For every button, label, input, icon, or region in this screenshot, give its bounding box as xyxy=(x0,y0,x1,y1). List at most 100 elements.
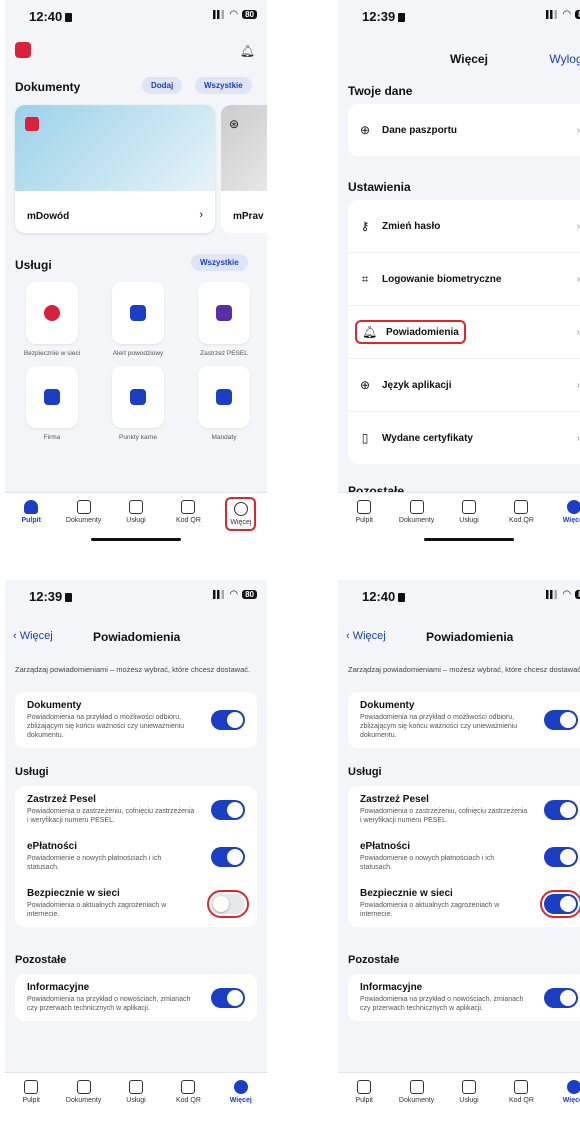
tile-label: Mandaty xyxy=(211,434,237,441)
other-card: Informacyjne Powiadomienia na przykład o … xyxy=(15,974,257,1021)
documents-card: Dokumenty Powiadomienia na przykład o moż… xyxy=(348,692,580,748)
home-cap-icon xyxy=(130,389,146,405)
services-card: Zastrzeż Pesel Powiadomienia o zastrzeżen… xyxy=(15,786,257,927)
page-title: Więcej xyxy=(450,52,488,66)
mprawo-card[interactable]: ⊛ mPrav xyxy=(221,105,267,233)
certificate-icon: ▯ xyxy=(361,431,369,445)
epayments-item: ePłatności Powiadomienie o nowych płatnoś… xyxy=(15,833,257,880)
battery-badge: 80 xyxy=(242,590,257,599)
tab-pulpit[interactable]: Pulpit xyxy=(5,1073,57,1125)
settings-group: ⚷ Zmień hasło › ⌗ Logowanie biometryczne › 🔔… xyxy=(348,200,580,464)
qr-icon xyxy=(181,500,196,514)
signal-icon xyxy=(546,590,559,599)
your-data-group: ⊕ Dane paszportu › xyxy=(348,104,580,156)
page-title: Powiadomienia xyxy=(426,630,514,644)
tab-wiecej[interactable]: Więcej xyxy=(548,493,580,545)
other-title: Pozostałe xyxy=(348,954,400,966)
intro-text: Zarządzaj powiadomieniami – możesz wybra… xyxy=(348,665,580,674)
tab-wiecej[interactable]: Więcej xyxy=(548,1073,580,1125)
safe-online-toggle[interactable] xyxy=(540,889,580,918)
more-icon xyxy=(566,500,580,514)
tab-pulpit[interactable]: Pulpit xyxy=(5,493,57,545)
change-password-row[interactable]: ⚷ Zmień hasło › xyxy=(348,200,580,253)
info-toggle[interactable] xyxy=(211,987,245,1008)
tab-dokumenty[interactable]: Dokumenty xyxy=(390,1073,442,1125)
face-id-icon: ⌗ xyxy=(361,271,369,286)
your-data-title: Twoje dane xyxy=(348,84,413,98)
wifi-icon: ◠ xyxy=(562,589,572,600)
folder-icon xyxy=(129,500,144,514)
globe-icon: ⊕ xyxy=(359,378,371,392)
epayments-toggle[interactable] xyxy=(544,846,578,867)
qr-icon xyxy=(514,500,529,514)
clock: 12:40 xyxy=(29,9,72,24)
screen-dashboard: 12:40 ◠ 80 🔔︎ Dokumenty Dodaj Wszystkie m… xyxy=(5,0,267,545)
ticket-icon xyxy=(216,389,232,405)
safe-online-toggle[interactable] xyxy=(207,889,249,918)
tab-kod-qr[interactable]: Kod QR xyxy=(495,1073,547,1125)
chevron-right-icon: › xyxy=(199,209,203,221)
tile-pesel[interactable] xyxy=(198,282,250,344)
tile-company[interactable] xyxy=(26,366,78,428)
tile-fines[interactable] xyxy=(198,366,250,428)
tab-uslugi[interactable]: Usługi xyxy=(110,1073,162,1125)
biometric-row[interactable]: ⌗ Logowanie biometryczne › xyxy=(348,253,580,306)
services-card: Zastrzeż Pesel Powiadomienia o zastrzeżen… xyxy=(348,786,580,927)
documents-toggle[interactable] xyxy=(211,710,245,730)
folder-icon xyxy=(129,1080,144,1094)
other-card: Informacyjne Powiadomienia na przykład o … xyxy=(348,974,580,1021)
passport-row[interactable]: ⊕ Dane paszportu › xyxy=(348,104,580,156)
tab-uslugi[interactable]: Usługi xyxy=(443,1073,495,1125)
qr-icon xyxy=(181,1080,196,1094)
clock: 12:40 xyxy=(362,589,405,604)
card-name: mPrav xyxy=(233,211,264,222)
safe-online-item: Bezpiecznie w sieci Powiadomienia o aktua… xyxy=(15,880,257,927)
pesel-toggle[interactable] xyxy=(544,799,578,820)
tile-flood-alert[interactable] xyxy=(112,282,164,344)
battery-badge: 80 xyxy=(575,590,580,599)
tab-wiecej[interactable]: Więcej xyxy=(215,1073,267,1125)
wifi-icon: ◠ xyxy=(229,589,239,600)
folder-icon xyxy=(462,500,477,514)
documents-title: Dokumenty xyxy=(15,80,81,94)
mdowod-card[interactable]: mDowód › xyxy=(15,105,215,233)
chevron-right-icon: › xyxy=(576,379,580,391)
tab-dokumenty[interactable]: Dokumenty xyxy=(57,1073,109,1125)
id-icon xyxy=(409,1080,424,1094)
key-icon: ⚷ xyxy=(360,219,370,233)
clock: 12:39 xyxy=(362,9,405,24)
documents-toggle[interactable] xyxy=(544,710,578,730)
card-name: mDowód xyxy=(27,211,70,222)
back-button[interactable]: ‹ Więcej xyxy=(13,630,53,642)
status-bar: 12:39 ◠80 xyxy=(338,0,580,34)
home-indicator xyxy=(91,538,181,541)
epayments-toggle[interactable] xyxy=(211,846,245,867)
all-services-button[interactable]: Wszystkie xyxy=(191,254,248,271)
globe-shield-icon xyxy=(44,305,60,321)
chevron-right-icon: › xyxy=(576,326,580,338)
tile-label: Punkty karne xyxy=(119,434,157,441)
globe-icon: ⊕ xyxy=(359,123,371,137)
home-indicator xyxy=(424,538,514,541)
tab-pulpit[interactable]: Pulpit xyxy=(338,493,390,545)
chevron-right-icon: › xyxy=(576,432,580,444)
tab-wiecej[interactable]: Więcej xyxy=(215,493,267,545)
info-toggle[interactable] xyxy=(544,987,578,1008)
documents-card: Dokumenty Powiadomienia na przykład o moż… xyxy=(15,692,257,748)
tile-safe-online[interactable] xyxy=(26,282,78,344)
tile-penalty-points[interactable] xyxy=(112,366,164,428)
settings-title: Ustawienia xyxy=(348,180,411,194)
home-icon xyxy=(24,500,39,514)
logout-link[interactable]: Wyloguj xyxy=(549,52,580,66)
all-documents-button[interactable]: Wszystkie xyxy=(195,77,252,94)
steering-wheel-icon: ⊛ xyxy=(229,117,240,131)
bell-icon[interactable]: 🔔︎ xyxy=(240,44,255,58)
certificates-row[interactable]: ▯ Wydane certyfikaty › xyxy=(348,412,580,464)
add-button[interactable]: Dodaj xyxy=(142,77,183,94)
back-button[interactable]: ‹ Więcej xyxy=(346,630,386,642)
language-row[interactable]: ⊕ Język aplikacji › xyxy=(348,359,580,412)
pesel-toggle[interactable] xyxy=(211,799,245,820)
tab-kod-qr[interactable]: Kod QR xyxy=(162,1073,214,1125)
tab-pulpit[interactable]: Pulpit xyxy=(338,1073,390,1125)
notifications-row[interactable]: 🔔︎ Powiadomienia › xyxy=(348,306,580,359)
